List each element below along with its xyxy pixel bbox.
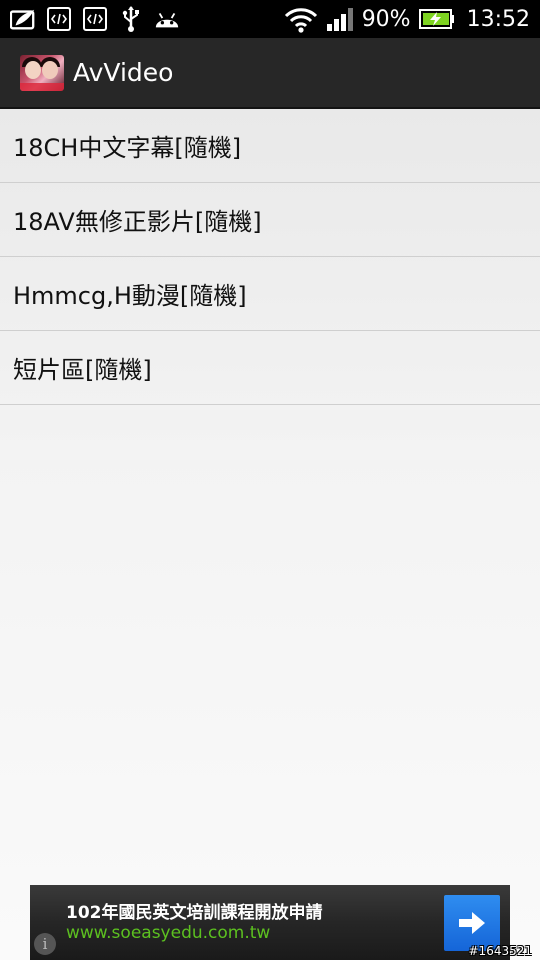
list-item[interactable]: Hmmcg,H動漫[隨機] — [0, 257, 540, 331]
list-item-label: 短片區[隨機] — [13, 356, 152, 384]
battery-percent: 90% — [361, 6, 411, 32]
code-icon — [82, 6, 108, 32]
watermark: #1643521 — [468, 944, 533, 958]
wifi-icon — [284, 5, 318, 33]
action-bar: AvVideo — [0, 38, 540, 109]
app-icon-detail — [20, 83, 64, 91]
notification-icons — [10, 6, 180, 32]
system-indicators: 90% 13:52 — [284, 0, 530, 38]
app-icon-detail — [25, 61, 41, 79]
code-icon — [46, 6, 72, 32]
usb-icon — [118, 6, 144, 32]
app-icon[interactable] — [20, 55, 64, 91]
list-item[interactable]: 18AV無修正影片[隨機] — [0, 183, 540, 257]
ad-url: www.soeasyedu.com.tw — [66, 923, 271, 943]
category-list: 18CH中文字幕[隨機] 18AV無修正影片[隨機] Hmmcg,H動漫[隨機]… — [0, 109, 540, 960]
list-item[interactable]: 短片區[隨機] — [0, 331, 540, 405]
signal-icon — [326, 6, 356, 32]
ad-banner[interactable]: 102年國民英文培訓課程開放申請 www.soeasyedu.com.tw i — [30, 885, 510, 960]
android-icon — [154, 6, 180, 32]
list-item-label: Hmmcg,H動漫[隨機] — [13, 282, 247, 310]
ad-open-button[interactable] — [444, 895, 500, 951]
battery-charging-icon — [418, 9, 455, 29]
ad-title: 102年國民英文培訓課程開放申請 — [66, 903, 323, 923]
arrow-right-icon — [457, 910, 487, 936]
list-item-label: 18AV無修正影片[隨機] — [13, 208, 262, 236]
status-bar: 90% 13:52 — [0, 0, 540, 38]
leaf-icon — [10, 6, 36, 32]
info-icon[interactable]: i — [34, 933, 56, 955]
list-item[interactable]: 18CH中文字幕[隨機] — [0, 109, 540, 183]
app-title: AvVideo — [73, 58, 174, 87]
app-icon-detail — [42, 61, 58, 79]
list-item-label: 18CH中文字幕[隨機] — [13, 134, 242, 162]
clock: 13:52 — [466, 6, 530, 32]
